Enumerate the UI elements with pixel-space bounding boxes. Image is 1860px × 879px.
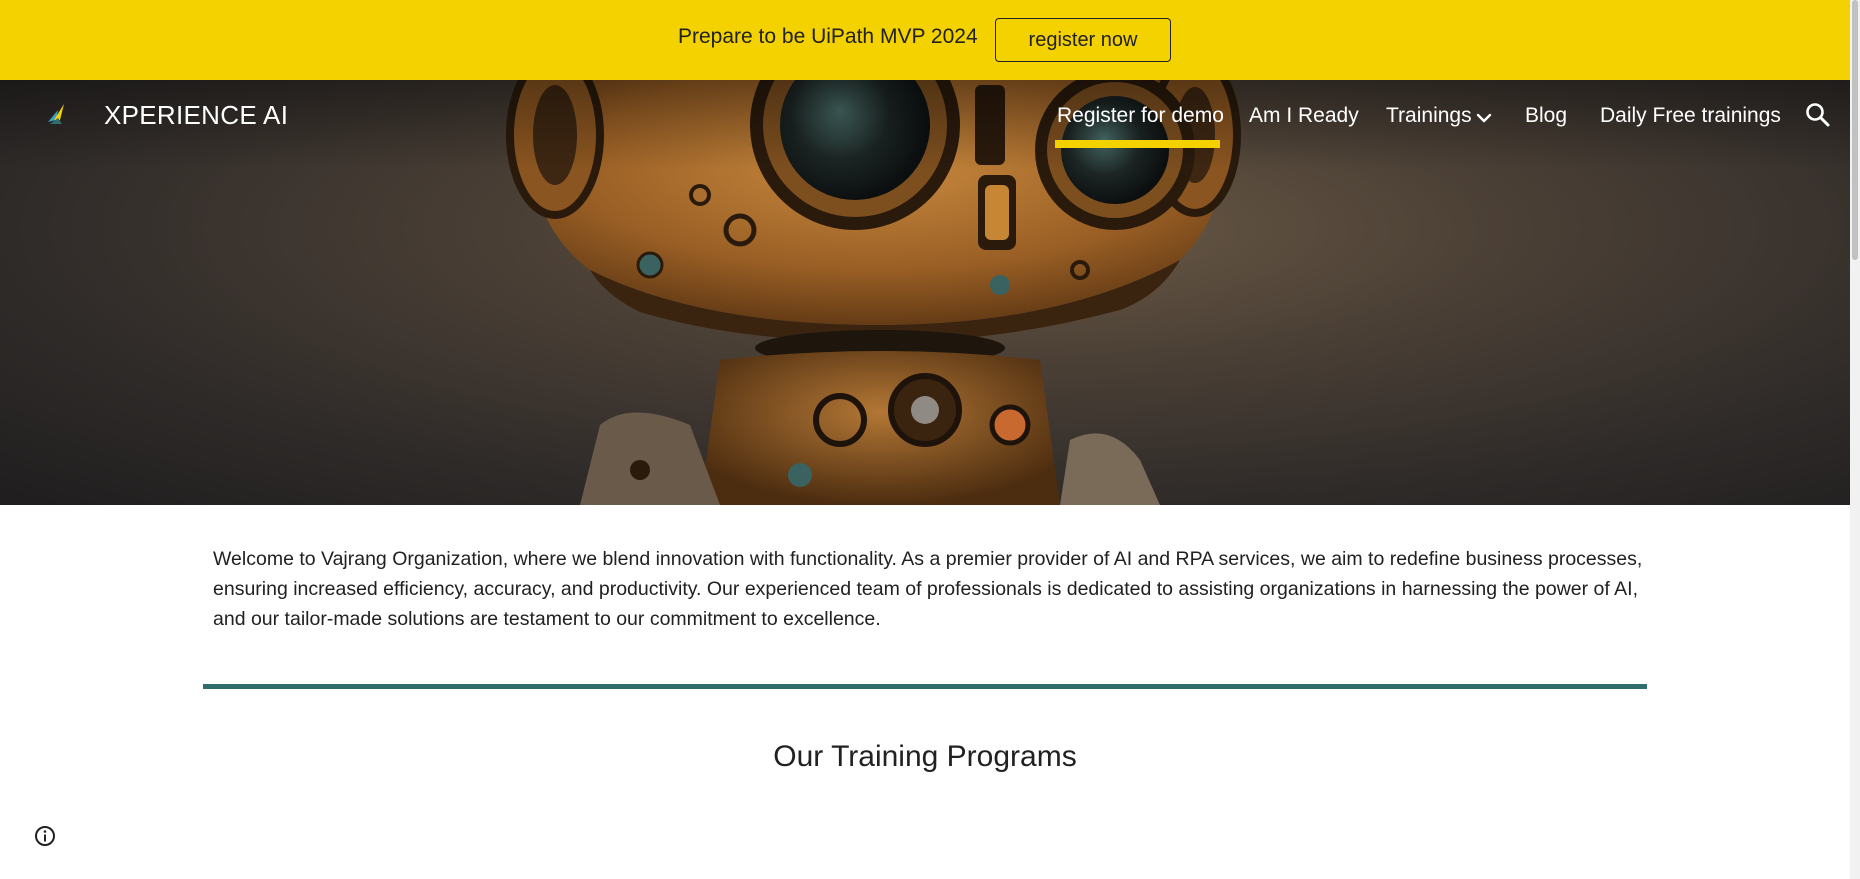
- scrollbar-thumb[interactable]: [1852, 0, 1858, 260]
- announcement-text: Prepare to be UiPath MVP 2024: [678, 25, 978, 48]
- nav-item-daily-free-trainings[interactable]: Daily Free trainings: [1600, 104, 1781, 128]
- nav-item-am-i-ready[interactable]: Am I Ready: [1249, 104, 1359, 128]
- page: Prepare to be UiPath MVP 2024 register n…: [0, 0, 1860, 879]
- page-scrollbar[interactable]: [1850, 0, 1860, 879]
- nav-item-register-for-demo[interactable]: Register for demo: [1057, 104, 1224, 128]
- section-divider: [203, 684, 1647, 689]
- chevron-down-icon[interactable]: [1474, 108, 1494, 128]
- brand-logo-icon[interactable]: [44, 98, 70, 128]
- search-icon[interactable]: [1805, 102, 1831, 128]
- intro-paragraph: Welcome to Vajrang Organization, where w…: [213, 548, 1643, 630]
- section-title: Our Training Programs: [773, 740, 1077, 773]
- announcement-bar: Prepare to be UiPath MVP 2024 register n…: [0, 0, 1850, 80]
- nav-item-blog[interactable]: Blog: [1525, 104, 1567, 128]
- register-now-button[interactable]: register now: [995, 18, 1171, 62]
- active-nav-underline: [1055, 140, 1220, 148]
- info-icon[interactable]: [34, 825, 56, 847]
- hero-banner: [0, 80, 1850, 505]
- brand-name[interactable]: XPERIENCE AI: [104, 100, 288, 131]
- nav-item-trainings[interactable]: Trainings: [1386, 104, 1472, 128]
